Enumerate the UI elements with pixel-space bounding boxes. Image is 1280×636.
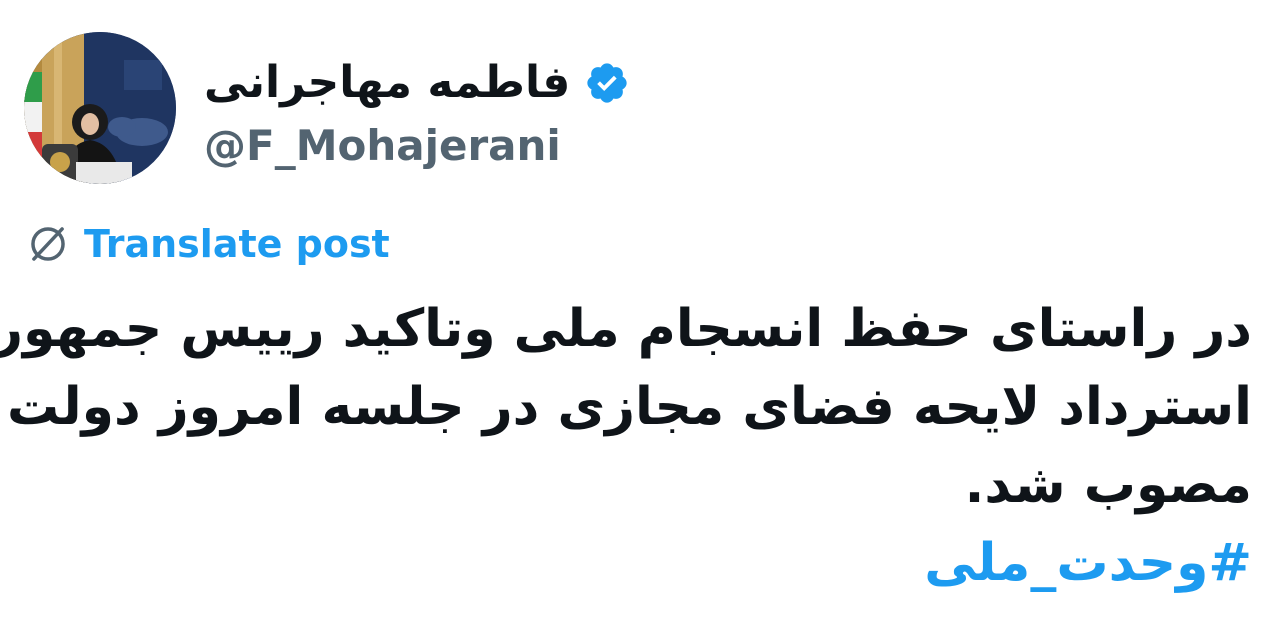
tweet-card: فاطمه مهاجرانی @F_Mohajerani Translate p… — [0, 0, 1280, 636]
post-text-line: در راستای حفظ انسجام ملی وتاکید رییس جمه… — [0, 299, 1252, 359]
author-names: فاطمه مهاجرانی @F_Mohajerani — [204, 47, 630, 170]
post-text: در راستای حفظ انسجام ملی وتاکید رییس جمه… — [0, 290, 1252, 602]
post-text-line: مصوب شد. — [964, 455, 1252, 515]
display-name[interactable]: فاطمه مهاجرانی — [204, 57, 570, 108]
avatar-photo — [24, 32, 176, 184]
post-text-line: استرداد لایحه فضای مجازی در جلسه امروز د… — [7, 377, 1252, 437]
translate-post-link[interactable]: Translate post — [84, 222, 390, 266]
tweet-header: فاطمه مهاجرانی @F_Mohajerani — [24, 32, 630, 184]
verified-badge-icon[interactable] — [584, 60, 630, 106]
author-handle[interactable]: @F_Mohajerani — [204, 121, 630, 170]
display-name-row[interactable]: فاطمه مهاجرانی — [204, 47, 630, 119]
hashtag-link[interactable]: #وحدت_ملی — [924, 524, 1252, 602]
translate-row[interactable]: Translate post — [26, 222, 390, 266]
avatar[interactable] — [24, 32, 176, 184]
globe-icon — [26, 222, 70, 266]
